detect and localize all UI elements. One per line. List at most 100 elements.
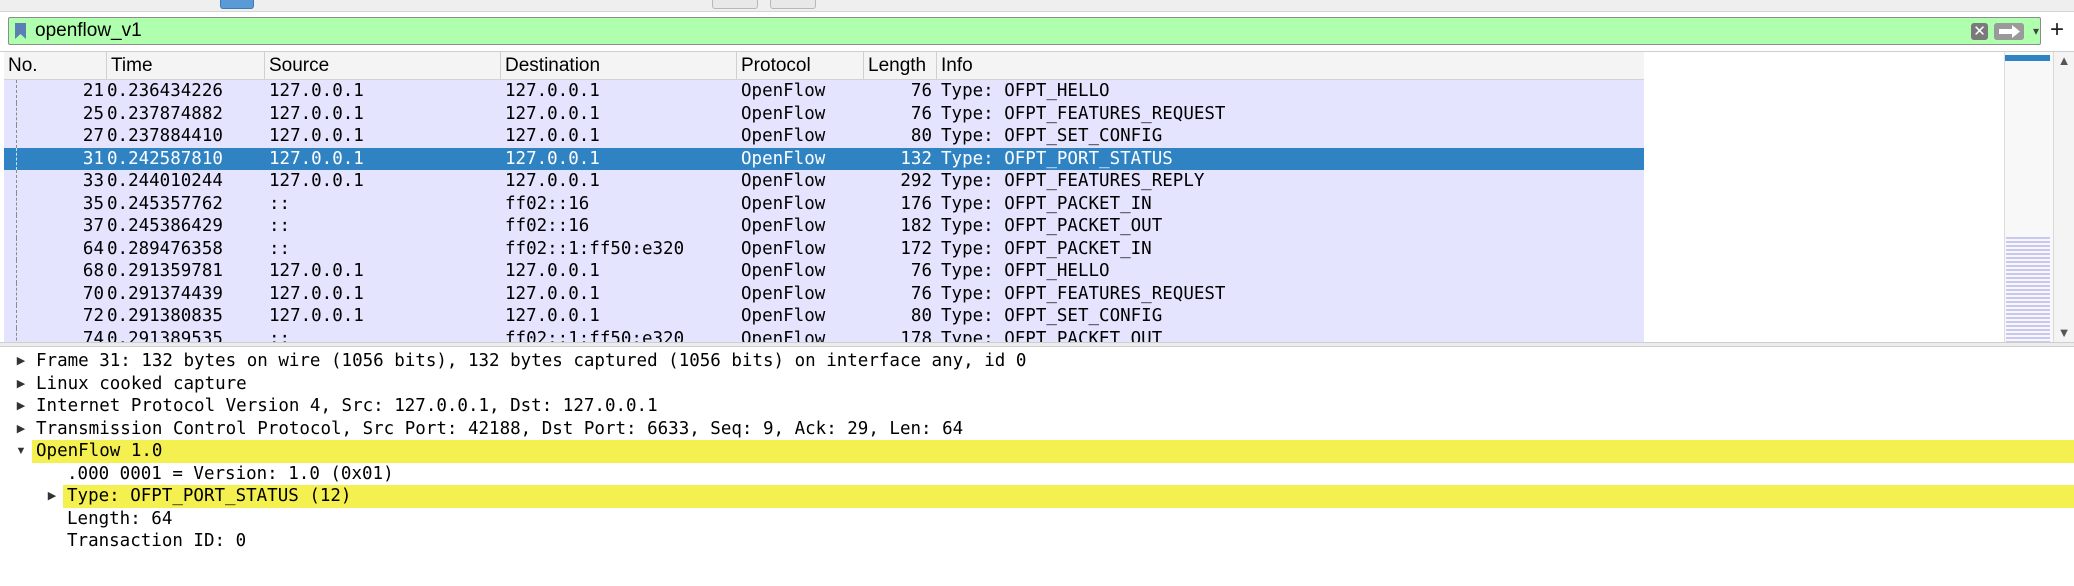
table-row-selected[interactable]: 31 0.242587810 127.0.0.1 127.0.0.1 OpenFlow 1… <box>4 147 1644 170</box>
column-header-no[interactable]: No. <box>4 52 107 79</box>
cell-destination: 127.0.0.1 <box>505 103 600 124</box>
column-header-source[interactable]: Source <box>265 52 501 79</box>
cell-length: 76 <box>910 81 932 101</box>
cell-info: Type: OFPT_PACKET_IN <box>941 193 1152 214</box>
detail-tree-item[interactable]: Frame 31: 132 bytes on wire (1056 bits),… <box>36 350 1026 373</box>
cell-destination: 127.0.0.1 <box>505 261 600 281</box>
column-header-destination[interactable]: Destination <box>501 52 737 79</box>
scroll-up-icon[interactable]: ▲ <box>2057 54 2071 68</box>
detail-tree-item[interactable]: Internet Protocol Version 4, Src: 127.0.… <box>36 395 658 418</box>
detail-tree-item[interactable]: Type: OFPT_PORT_STATUS (12) <box>63 485 2074 508</box>
cell-info: Type: OFPT_PACKET_OUT <box>941 216 1163 236</box>
cell-protocol: OpenFlow <box>741 126 826 146</box>
cell-no: 21 <box>82 81 104 101</box>
cell-length: 292 <box>900 171 932 191</box>
cell-protocol: OpenFlow <box>741 238 826 259</box>
column-header-time[interactable]: Time <box>107 52 265 79</box>
cell-protocol: OpenFlow <box>741 328 826 343</box>
table-row[interactable]: 33 0.244010244 127.0.0.1 127.0.0.1 OpenFlow 2… <box>4 170 1644 193</box>
scroll-down-icon[interactable]: ▼ <box>2057 326 2071 340</box>
table-row[interactable]: 72 0.291380835 127.0.0.1 127.0.0.1 OpenFlow 8… <box>4 305 1644 328</box>
table-row[interactable]: 35 0.245357762:: ff02::16 OpenFlow 176 Type: … <box>4 192 1644 215</box>
detail-tree-item[interactable]: OpenFlow 1.0 <box>32 440 2074 463</box>
cell-length: 176 <box>900 193 932 214</box>
minimap-stripe <box>2006 253 2050 255</box>
minimap-stripe <box>2006 317 2050 319</box>
cell-time: 0.245357762 <box>107 193 223 214</box>
minimap-stripe <box>2006 301 2050 303</box>
bookmark-icon[interactable] <box>14 23 27 39</box>
column-header-length[interactable]: Length <box>864 52 937 79</box>
cell-destination: 127.0.0.1 <box>505 126 600 146</box>
cell-source: 127.0.0.1 <box>269 103 364 124</box>
cell-time: 0.245386429 <box>107 216 223 236</box>
minimap-stripe <box>2006 309 2050 311</box>
cell-protocol: OpenFlow <box>741 148 826 169</box>
column-header-info[interactable]: Info <box>937 52 1644 79</box>
cell-info: Type: OFPT_PORT_STATUS <box>941 148 1173 169</box>
display-filter-input[interactable] <box>35 19 1935 43</box>
cell-source: 127.0.0.1 <box>269 148 364 169</box>
minimap-stripe <box>2006 277 2050 279</box>
minimap-stripe <box>2006 305 2050 307</box>
cell-source: :: <box>269 193 291 214</box>
minimap-stripe <box>2006 261 2050 263</box>
minimap-stripe <box>2006 289 2050 291</box>
detail-tree-item[interactable]: .000 0001 = Version: 1.0 (0x01) <box>67 463 394 486</box>
cell-protocol: OpenFlow <box>741 193 826 214</box>
detail-tree-item[interactable]: Transaction ID: 0 <box>67 530 246 553</box>
minimap-stripe <box>2006 313 2050 315</box>
cell-info: Type: OFPT_HELLO <box>941 81 1110 101</box>
table-row[interactable]: 68 0.291359781 127.0.0.1 127.0.0.1 OpenFlow 7… <box>4 260 1644 283</box>
dropdown-icon[interactable]: ▾ <box>2030 22 2042 40</box>
minimap-stripe <box>2006 325 2050 327</box>
cell-protocol: OpenFlow <box>741 261 826 281</box>
cell-no: 74 <box>82 328 104 343</box>
cell-source: :: <box>269 216 291 236</box>
collapse-icon[interactable]: ▼ <box>14 440 28 463</box>
column-header-protocol[interactable]: Protocol <box>737 52 864 79</box>
clear-icon[interactable]: ✕ <box>1971 23 1988 40</box>
cell-no: 70 <box>82 283 104 304</box>
expand-icon[interactable]: ▶ <box>45 485 59 508</box>
add-icon[interactable]: + <box>2046 16 2068 44</box>
toolbar-button[interactable] <box>770 0 816 9</box>
cell-no: 31 <box>82 148 104 169</box>
table-row[interactable]: 21 0.236434226 127.0.0.1 127.0.0.1 OpenFlow 7… <box>4 80 1644 103</box>
expand-icon[interactable]: ▶ <box>14 350 28 373</box>
cell-length: 80 <box>910 126 932 146</box>
minimap-stripe <box>2006 265 2050 267</box>
minimap-stripe <box>2006 293 2050 295</box>
cell-length: 172 <box>900 238 932 259</box>
minimap-stripe <box>2006 297 2050 299</box>
expand-icon[interactable]: ▶ <box>14 418 28 441</box>
cell-length: 182 <box>900 216 932 236</box>
cell-no: 37 <box>82 216 104 236</box>
table-row[interactable]: 37 0.245386429:: ff02::16 OpenFlow 182 Type: … <box>4 215 1644 238</box>
table-row[interactable]: 25 0.237874882 127.0.0.1 127.0.0.1 OpenFlow 7… <box>4 102 1644 125</box>
expand-icon[interactable]: ▶ <box>14 373 28 396</box>
toolbar-button[interactable] <box>220 0 254 9</box>
cell-protocol: OpenFlow <box>741 216 826 236</box>
minimap-stripe <box>2006 269 2050 271</box>
table-row[interactable]: 74 0.291389535:: ff02::1:ff50:e320 OpenFlow… <box>4 327 1644 343</box>
expand-icon[interactable]: ▶ <box>14 395 28 418</box>
cell-destination: 127.0.0.1 <box>505 148 600 169</box>
table-row[interactable]: 64 0.289476358:: ff02::1:ff50:e320 OpenFlow… <box>4 237 1644 260</box>
minimap-stripe <box>2006 273 2050 275</box>
vertical-scrollbar[interactable] <box>2053 52 2074 342</box>
toolbar-button[interactable] <box>712 0 758 9</box>
apply-arrow-icon[interactable] <box>1994 23 2024 40</box>
cell-source: 127.0.0.1 <box>269 126 364 146</box>
table-row[interactable]: 70 0.291374439 127.0.0.1 127.0.0.1 OpenFlow 7… <box>4 282 1644 305</box>
cell-length: 76 <box>910 283 932 304</box>
cell-source: :: <box>269 238 291 259</box>
detail-tree-item[interactable]: Linux cooked capture <box>36 373 247 396</box>
table-row[interactable]: 27 0.237884410 127.0.0.1 127.0.0.1 OpenFlow 8… <box>4 125 1644 148</box>
minimap-stripe <box>2006 249 2050 251</box>
detail-tree-item[interactable]: Transmission Control Protocol, Src Port:… <box>36 418 963 441</box>
pane-splitter[interactable] <box>0 342 2074 347</box>
detail-tree-item[interactable]: Length: 64 <box>67 508 172 531</box>
cell-time: 0.291374439 <box>107 283 223 304</box>
cell-no: 72 <box>82 306 104 326</box>
